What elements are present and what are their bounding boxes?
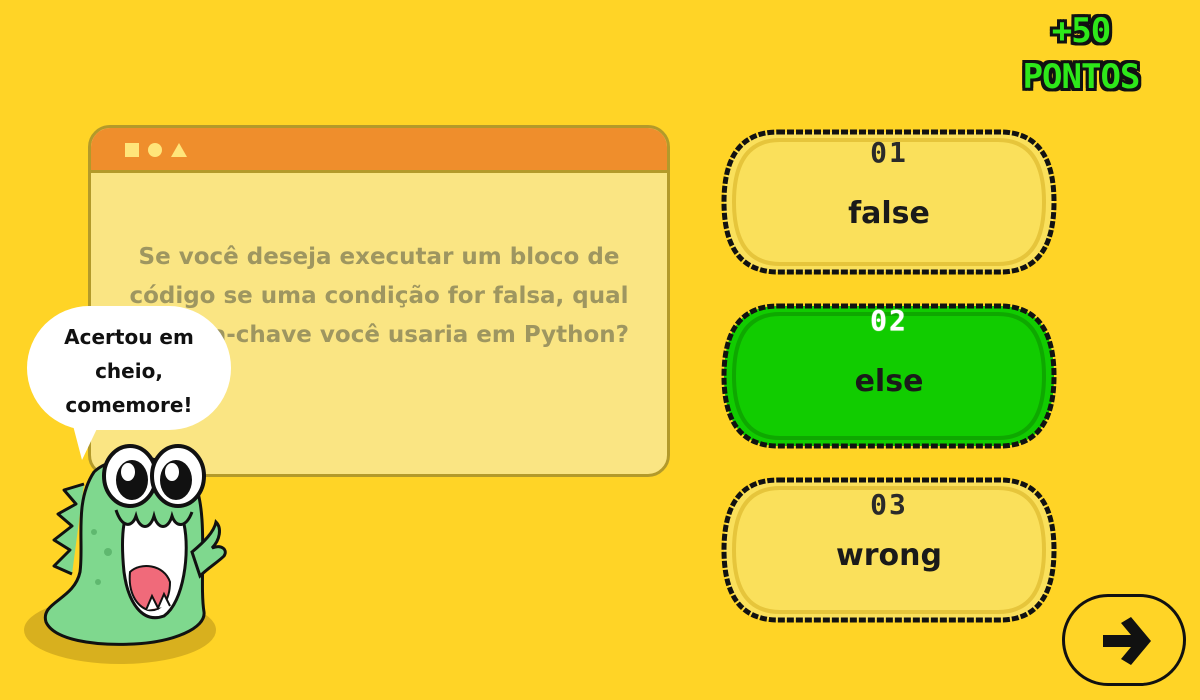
triangle-icon <box>171 143 187 157</box>
dino-mascot <box>43 444 227 646</box>
points-value: +50 <box>1051 11 1111 51</box>
next-button[interactable] <box>1062 594 1186 686</box>
points-award: +50 PONTOS <box>996 8 1166 100</box>
speech-text: Acertou em cheio, comemore! <box>64 325 194 417</box>
window-title-bar <box>91 128 667 173</box>
option-label: false <box>848 196 930 231</box>
square-icon <box>125 143 139 157</box>
answer-option-2[interactable]: 02 else <box>718 300 1060 452</box>
option-number: 03 <box>870 488 908 521</box>
points-label: PONTOS <box>1022 57 1141 97</box>
option-number: 01 <box>870 136 908 169</box>
answer-option-3[interactable]: 03 wrong <box>718 474 1060 626</box>
arrow-right-icon <box>1103 617 1151 665</box>
circle-icon <box>148 143 162 157</box>
answer-option-1[interactable]: 01 false <box>718 126 1060 278</box>
option-label: wrong <box>836 538 942 573</box>
option-label: else <box>854 364 924 399</box>
option-number: 02 <box>870 304 908 337</box>
